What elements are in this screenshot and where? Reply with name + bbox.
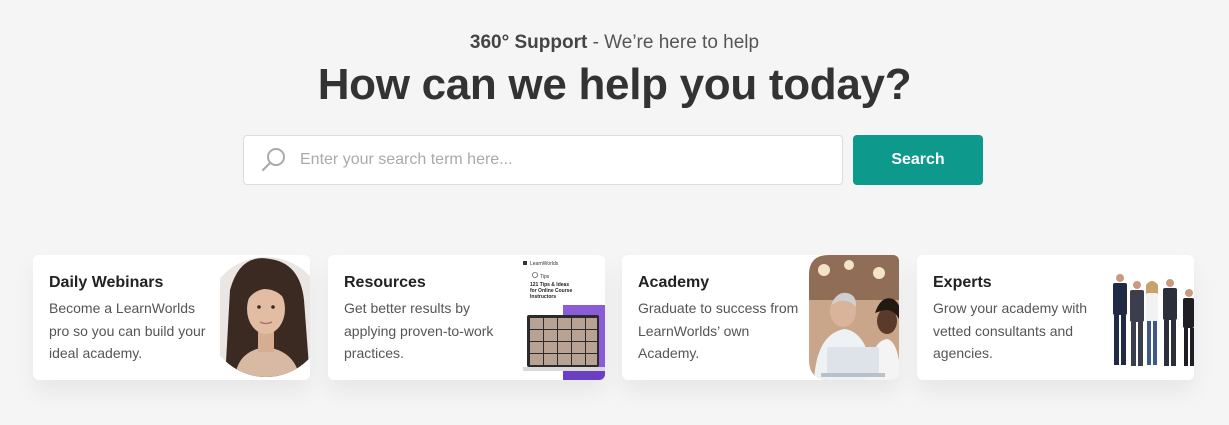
students-at-laptop-image	[809, 255, 899, 380]
ebook-brand: LearnWorlds	[530, 261, 559, 267]
search-input[interactable]	[300, 140, 820, 180]
card-title: Daily Webinars	[49, 274, 164, 291]
ebook-cover-image: LearnWorlds Tips 121 Tips & Ideas for On…	[523, 255, 605, 380]
card-experts[interactable]: Experts Grow your academy with vetted co…	[917, 255, 1194, 380]
presenter-portrait-image	[220, 257, 310, 377]
card-title: Experts	[933, 274, 992, 291]
card-title: Resources	[344, 274, 426, 291]
eyebrow-brand: 360° Support	[469, 32, 588, 53]
page-title: How can we help you today?	[317, 60, 912, 109]
ebook-title-line-3: Instructors	[530, 294, 556, 300]
support-eyebrow: 360° Support - We’re here to help	[0, 32, 1229, 54]
eyebrow-tagline: - We’re here to help	[587, 32, 760, 53]
card-description: Grow your academy with vetted consultant…	[933, 300, 1088, 361]
search-icon	[260, 146, 288, 174]
card-title: Academy	[638, 274, 710, 291]
team-of-experts-image	[1106, 255, 1194, 380]
search-button[interactable]: Search	[853, 135, 983, 185]
ebook-tag: Tips	[540, 274, 550, 280]
card-academy[interactable]: Academy Graduate to success from LearnWo…	[622, 255, 899, 380]
search-box[interactable]	[243, 135, 843, 185]
card-description: Graduate to success from LearnWorlds’ ow…	[638, 300, 799, 361]
card-daily-webinars[interactable]: Daily Webinars Become a LearnWorlds pro …	[33, 255, 310, 380]
card-resources[interactable]: Resources Get better results by applying…	[328, 255, 605, 380]
card-description: Get better results by applying proven-to…	[344, 300, 494, 361]
card-description: Become a LearnWorlds pro so you can buil…	[49, 300, 206, 361]
